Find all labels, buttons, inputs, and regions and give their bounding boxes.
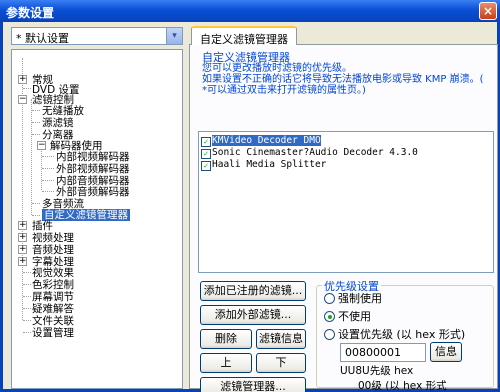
tree-item-external-audio-decoder[interactable]: 外部音频解码器	[56, 186, 130, 198]
settings-tree[interactable]: + 常规 DVD 设置 − 滤镜控制 无缝播放 源滤镜 分离器 − 解码器使用 …	[11, 49, 183, 389]
delete-button[interactable]: 删除	[200, 329, 252, 349]
filter-list[interactable]: ✓ KMVideo Decoder DMO ✓ Sonic Cinemaster?A…	[198, 131, 494, 273]
collapse-icon[interactable]: −	[37, 141, 46, 150]
preset-value: * 默认设置	[16, 32, 69, 45]
tree-item-audio-processing[interactable]: 音频处理	[32, 244, 74, 256]
expand-icon[interactable]: +	[18, 245, 27, 254]
tree-item-color-control[interactable]: 色彩控制	[32, 279, 74, 291]
filter-name: Sonic Cinemaster?Audio Decoder 4.3.0	[212, 147, 418, 158]
close-button[interactable]: ×	[479, 2, 497, 20]
tree-item-visual-effects[interactable]: 视觉效果	[32, 267, 74, 279]
radio-label: 不使用	[338, 310, 371, 323]
add-external-filter-button[interactable]: 添加外部滤镜...	[200, 305, 306, 325]
tree-item-seamless[interactable]: 无缝播放	[42, 105, 84, 117]
panel-description: 您可以更改播放时滤镜的优先级。 如果设置不正确的话它将导致无法播放电影或导致 K…	[202, 63, 494, 96]
overlap-text: UU8U先级 hex	[340, 365, 414, 377]
filter-item[interactable]: ✓ Sonic Cinemaster?Audio Decoder 4.3.0	[201, 147, 418, 159]
checkbox[interactable]: ✓	[201, 137, 211, 147]
filter-manager-button[interactable]: 滤镜管理器...	[200, 377, 306, 392]
expand-icon[interactable]: +	[18, 221, 27, 230]
checkbox[interactable]: ✓	[201, 161, 211, 171]
description-line: *可以通过双击来打开滤镜的属性页。)	[202, 85, 366, 96]
tree-item-video-processing[interactable]: 视频处理	[32, 232, 74, 244]
radio-icon[interactable]	[324, 311, 335, 322]
title-bar: 参数设置 ×	[0, 0, 500, 22]
add-registered-filter-button[interactable]: 添加已注册的滤镜...	[200, 281, 306, 301]
tree-item-troubleshooting[interactable]: 疑难解答	[32, 303, 74, 315]
filter-name: Haali Media Splitter	[212, 159, 327, 170]
filter-info-button[interactable]: 滤镜信息	[256, 329, 306, 349]
radio-force-use[interactable]: 强制使用	[324, 290, 382, 306]
collapse-icon[interactable]: −	[18, 95, 27, 104]
overlap-text: 00级 (以 hex 形式	[358, 380, 447, 392]
filter-item[interactable]: ✓ Haali Media Splitter	[201, 159, 326, 171]
expand-icon[interactable]: +	[18, 257, 27, 266]
tree-item-plugins[interactable]: 插件	[32, 220, 53, 232]
expand-icon[interactable]: +	[18, 233, 27, 242]
priority-value-input[interactable]: 00800001	[340, 343, 426, 362]
radio-label: 强制使用	[338, 292, 382, 305]
radio-icon[interactable]	[324, 293, 335, 304]
radio-label: 设置优先级 (以 hex 形式)	[338, 328, 466, 341]
move-up-button[interactable]: 上	[200, 353, 252, 373]
window-title: 参数设置	[6, 6, 55, 20]
chevron-down-icon[interactable]: ▾	[166, 28, 182, 44]
preset-select[interactable]: * 默认设置 ▾	[11, 27, 183, 45]
expand-icon[interactable]: +	[18, 75, 27, 84]
tree-item-external-video-decoder[interactable]: 外部视频解码器	[56, 163, 130, 175]
tab-custom-filter-manager[interactable]: 自定义滤镜管理器	[191, 26, 297, 46]
description-line: 如果设置不正确的话它将导致无法播放电影或导致 KMP 崩溃。(	[202, 74, 484, 85]
radio-icon[interactable]	[324, 329, 335, 340]
tree-item-settings-management[interactable]: 设置管理	[32, 327, 74, 339]
description-line: 您可以更改播放时滤镜的优先级。	[202, 63, 352, 74]
radio-never-use[interactable]: 不使用	[324, 308, 371, 324]
tree-item-screen-adjust[interactable]: 屏幕调节	[32, 291, 74, 303]
tree-item-file-association[interactable]: 文件关联	[32, 315, 74, 327]
tree-item-custom-filter-manager[interactable]: 自定义滤镜管理器	[42, 209, 130, 221]
filter-item[interactable]: ✓ KMVideo Decoder DMO	[201, 135, 321, 147]
dialog-body: * 默认设置 ▾ + 常规 DVD 设置 − 滤镜控制 无缝播放 源滤镜 分离器…	[0, 22, 500, 392]
tree-item-internal-video-decoder[interactable]: 内部视频解码器	[56, 151, 130, 163]
move-down-button[interactable]: 下	[256, 353, 306, 373]
tree-item-source-filter[interactable]: 源滤镜	[42, 117, 74, 129]
filter-manager-panel: 自定义滤镜管理器 您可以更改播放时滤镜的优先级。 如果设置不正确的话它将导致无法…	[189, 44, 498, 392]
checkbox[interactable]: ✓	[201, 149, 211, 159]
radio-custom-priority[interactable]: 设置优先级 (以 hex 形式)	[324, 326, 465, 342]
info-button[interactable]: 信息	[430, 342, 462, 362]
filter-name: KMVideo Decoder DMO	[212, 135, 321, 146]
